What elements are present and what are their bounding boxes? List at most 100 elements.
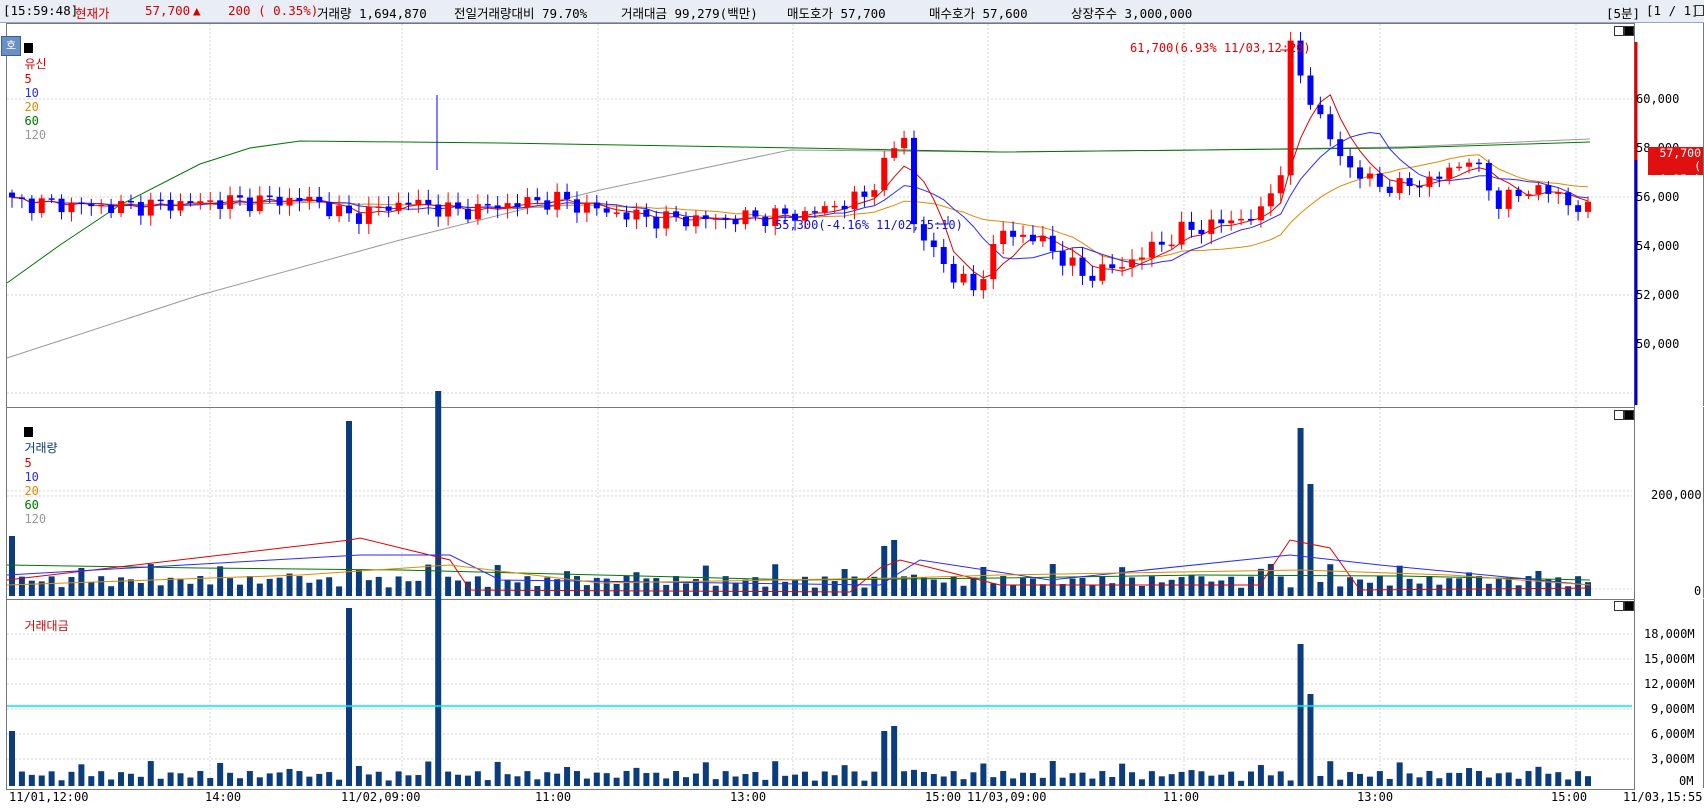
candle: [1545, 185, 1552, 194]
candle: [821, 206, 828, 213]
candle: [573, 199, 580, 213]
volume-bar: [573, 576, 580, 596]
volume-bar: [554, 579, 561, 596]
amount-bar: [375, 771, 382, 786]
volume-bar: [653, 578, 660, 596]
volume-bar: [236, 584, 243, 596]
candle: [980, 279, 987, 291]
candle: [613, 212, 620, 214]
candle: [593, 202, 600, 209]
amount-tick: 9,000M: [1651, 702, 1695, 716]
amount-bar: [455, 774, 462, 786]
amount-bar: [871, 771, 878, 786]
volume-bar: [1317, 581, 1324, 596]
amount-bar: [544, 772, 551, 786]
candle: [534, 197, 541, 201]
candle: [445, 202, 452, 217]
candle: [1039, 235, 1046, 242]
candle: [663, 211, 670, 229]
candle: [1555, 192, 1562, 194]
amount-bar: [524, 771, 531, 786]
candle: [603, 208, 610, 213]
amount-bar: [1257, 765, 1264, 786]
volume-bar: [306, 582, 313, 596]
volume-tick: 200,000: [1651, 488, 1702, 502]
amount-bar: [583, 778, 590, 786]
volume-bar: [484, 586, 491, 596]
candle: [1575, 205, 1582, 212]
volume-bar: [683, 583, 690, 596]
amount-bar: [28, 774, 35, 786]
amount-bar: [623, 771, 630, 786]
volume-bar: [187, 583, 194, 596]
amount-bar: [1466, 768, 1473, 786]
volume-bar: [207, 584, 214, 596]
close-icon[interactable]: [1624, 410, 1634, 420]
volume-bar: [673, 576, 680, 596]
volume-bar: [375, 576, 382, 596]
amount-tick: 18,000M: [1644, 627, 1695, 641]
candle: [752, 210, 759, 217]
amount-bar: [504, 774, 511, 786]
maximize-icon[interactable]: [1614, 410, 1624, 420]
candle: [207, 200, 214, 202]
volume-bar: [296, 576, 303, 596]
candle: [831, 205, 838, 208]
volume-bar: [1158, 582, 1165, 596]
candle: [1357, 167, 1364, 179]
volume-bar: [18, 576, 25, 596]
amount-bar: [1029, 773, 1036, 786]
candle: [1247, 218, 1254, 221]
maximize-icon[interactable]: [1614, 601, 1624, 611]
candle: [1010, 230, 1017, 237]
candle: [1000, 230, 1007, 245]
amount-bar: [157, 778, 164, 786]
amount-bar: [1069, 773, 1076, 786]
amount-bar: [326, 772, 333, 786]
close-icon[interactable]: [1624, 601, 1634, 611]
candle: [78, 202, 85, 205]
candle: [1218, 219, 1225, 224]
candle: [1565, 192, 1572, 206]
amount-bar: [1267, 775, 1274, 786]
volume-bar: [504, 579, 511, 596]
amount-bar: [1158, 776, 1165, 786]
x-label: 15:00: [1551, 790, 1588, 804]
volume-bar: [1485, 583, 1492, 596]
panel-menu-icon[interactable]: [24, 427, 34, 437]
amount-bar: [494, 761, 501, 786]
candle: [9, 192, 15, 198]
candle: [1307, 75, 1314, 105]
candle: [990, 244, 997, 280]
price-legend: 유신 5 10 20 60 120: [10, 27, 47, 142]
chart-canvas[interactable]: [0, 0, 1704, 809]
amount-tick: 15,000M: [1644, 652, 1695, 666]
amount-bar: [940, 776, 947, 786]
volume-bar: [792, 580, 799, 596]
volume-bar: [831, 581, 838, 596]
candle: [246, 197, 253, 212]
candle: [851, 191, 858, 210]
volume-bar: [623, 576, 630, 596]
amount-bar: [217, 762, 224, 786]
candle: [127, 200, 134, 203]
amount-bar: [762, 779, 769, 786]
panel-menu-icon[interactable]: [24, 43, 34, 53]
amount-bar: [782, 775, 789, 786]
legend-ma120: 120: [24, 512, 47, 526]
maximize-icon[interactable]: [1614, 26, 1624, 36]
volume-legend: 거래량 5 10 20 60 120: [10, 411, 58, 526]
legend-ma20: 20: [24, 484, 39, 498]
volume-bar: [1029, 578, 1036, 596]
volume-bar: [1168, 579, 1175, 596]
candle: [395, 202, 402, 211]
volume-bar: [68, 576, 75, 596]
amount-bar: [534, 779, 541, 786]
close-icon[interactable]: [1624, 26, 1634, 36]
volume-bar: [524, 576, 531, 596]
volume-bar: [1208, 581, 1215, 596]
candle: [950, 264, 957, 283]
candle: [1515, 189, 1522, 196]
amount-bar: [990, 777, 997, 786]
volume-bar: [1148, 576, 1155, 596]
